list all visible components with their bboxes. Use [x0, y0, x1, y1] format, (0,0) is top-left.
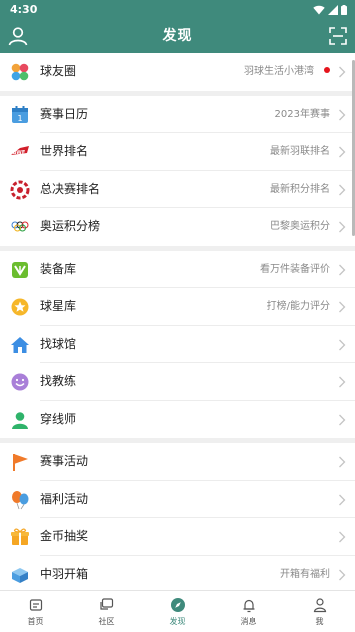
tab-profile[interactable]: 我	[284, 591, 355, 632]
list-item-label: 找教练	[40, 374, 77, 388]
signal-icon	[328, 4, 338, 15]
tab-compass[interactable]: 发现	[142, 591, 213, 632]
profile-icon	[313, 598, 326, 613]
list-item[interactable]: 装备库 看万件装备评价	[0, 251, 355, 288]
list-item[interactable]: 赛事活动	[0, 443, 355, 481]
petal-icon	[11, 63, 29, 81]
list-item-subtitle: 最新积分排名	[270, 183, 330, 195]
list-item[interactable]: BWF 世界排名 最新羽联排名	[0, 133, 355, 171]
gift-icon	[11, 528, 29, 545]
chevron-right-icon	[339, 569, 346, 580]
chevron-right-icon	[339, 376, 346, 388]
box-icon	[12, 567, 28, 583]
compass-icon	[170, 598, 185, 612]
tab-bell[interactable]: 消息	[213, 591, 284, 632]
list-item-label: 福利活动	[40, 491, 89, 506]
list-item-label: 装备库	[40, 261, 77, 276]
tab-home-tab[interactable]: 首页	[0, 591, 71, 632]
equipment-icon	[12, 261, 28, 278]
chevron-right-icon	[339, 221, 346, 233]
top-app-bar: 发现	[0, 19, 355, 53]
list-item-subtitle: 最新羽联排名	[270, 146, 330, 157]
list-item[interactable]: 穿线师	[0, 401, 355, 439]
list-item-label: 找球馆	[40, 336, 77, 351]
chevron-right-icon	[339, 184, 346, 195]
page-title: 发现	[162, 28, 193, 44]
wifi-icon	[313, 5, 325, 14]
chevron-right-icon	[339, 301, 346, 313]
list-item-label: 赛事日历	[40, 106, 89, 121]
chevron-right-icon	[339, 146, 346, 158]
discover-list: 球友圈 羽球生活小港湾 1 赛事日历 2023年赛事 BWF 世界排名 最新羽联排名总决赛排名…	[0, 53, 355, 590]
list-item[interactable]: 福利活动	[0, 481, 355, 518]
list-item-label: 奥运积分榜	[40, 219, 101, 233]
list-item-label: 球友圈	[40, 64, 77, 78]
tab-label: 首页	[27, 617, 44, 626]
list-item-label: 穿线师	[40, 411, 77, 426]
home-icon	[11, 336, 29, 353]
list-item[interactable]: 中羽开箱 开箱有福利	[0, 556, 355, 591]
status-time: 4:30	[10, 3, 38, 16]
chevron-right-icon	[339, 264, 346, 275]
bell-icon	[243, 599, 254, 613]
calendar-icon: 1	[12, 105, 28, 123]
chevron-right-icon	[339, 531, 346, 543]
list-item[interactable]: 金币抽奖	[0, 518, 355, 556]
tab-label: 消息	[240, 617, 257, 626]
tab-label: 发现	[169, 617, 186, 626]
chevron-right-icon	[339, 494, 346, 505]
home-tab-icon	[29, 599, 42, 611]
list-item-label: 赛事活动	[40, 454, 89, 468]
list-item-label: 总决赛排名	[40, 181, 101, 196]
list-item[interactable]: 找球馆	[0, 326, 355, 363]
tab-label: 我	[315, 617, 324, 626]
list-item-label: 中羽开箱	[40, 566, 89, 581]
list-group: 装备库 看万件装备评价球星库 打榜/能力评分找球馆找教练穿线师	[0, 250, 355, 439]
scan-icon[interactable]	[327, 25, 349, 47]
status-bar: 4:30	[0, 0, 355, 19]
star-icon	[11, 298, 29, 316]
list-item-subtitle: 羽球生活小港湾	[244, 53, 330, 91]
list-item-subtitle: 2023年赛事	[274, 108, 330, 120]
bwf-icon: BWF	[11, 146, 29, 156]
list-item-subtitle: 巴黎奥运积分	[270, 221, 330, 232]
chevron-right-icon	[339, 66, 346, 78]
svg-text:BWF: BWF	[13, 150, 25, 156]
chevron-right-icon	[339, 456, 346, 468]
svg-text:1: 1	[17, 114, 22, 123]
system-icons	[313, 0, 347, 19]
list-item-label: 球星库	[40, 299, 77, 313]
list-item-label: 金币抽奖	[40, 529, 89, 543]
list-item-subtitle: 开箱有福利	[280, 568, 330, 580]
list-item[interactable]: 找教练	[0, 363, 355, 401]
list-group: 球友圈 羽球生活小港湾	[0, 53, 355, 91]
person-icon	[12, 411, 28, 429]
chevron-right-icon	[339, 339, 346, 350]
list-item-subtitle: 看万件装备评价	[260, 263, 330, 275]
balloon-icon	[12, 490, 29, 509]
finals-icon	[10, 180, 30, 199]
flag-icon	[13, 454, 28, 471]
list-item[interactable]: 1 赛事日历 2023年赛事	[0, 96, 355, 133]
chevron-right-icon	[339, 109, 346, 120]
smile-icon	[11, 373, 29, 391]
bottom-tab-bar: 首页 社区 发现 消息 我	[0, 590, 355, 632]
chevron-right-icon	[339, 414, 346, 425]
list-item[interactable]: 球星库 打榜/能力评分	[0, 288, 355, 326]
battery-icon	[341, 4, 347, 15]
list-item[interactable]: 总决赛排名 最新积分排名	[0, 171, 355, 208]
tab-label: 社区	[98, 617, 115, 626]
list-group: 赛事活动福利活动金币抽奖中羽开箱 开箱有福利	[0, 443, 355, 590]
list-item[interactable]: 球友圈 羽球生活小港湾	[0, 53, 355, 91]
list-item-label: 世界排名	[40, 144, 89, 158]
community-icon	[99, 598, 113, 610]
list-item-subtitle: 打榜/能力评分	[266, 301, 330, 312]
list-group: 1 赛事日历 2023年赛事 BWF 世界排名 最新羽联排名总决赛排名 最新积分排名奥运积分…	[0, 95, 355, 246]
unread-dot	[324, 67, 330, 73]
list-item[interactable]: 奥运积分榜 巴黎奥运积分	[0, 208, 355, 246]
olympic-rings-icon	[11, 221, 29, 232]
tab-community[interactable]: 社区	[71, 591, 142, 632]
